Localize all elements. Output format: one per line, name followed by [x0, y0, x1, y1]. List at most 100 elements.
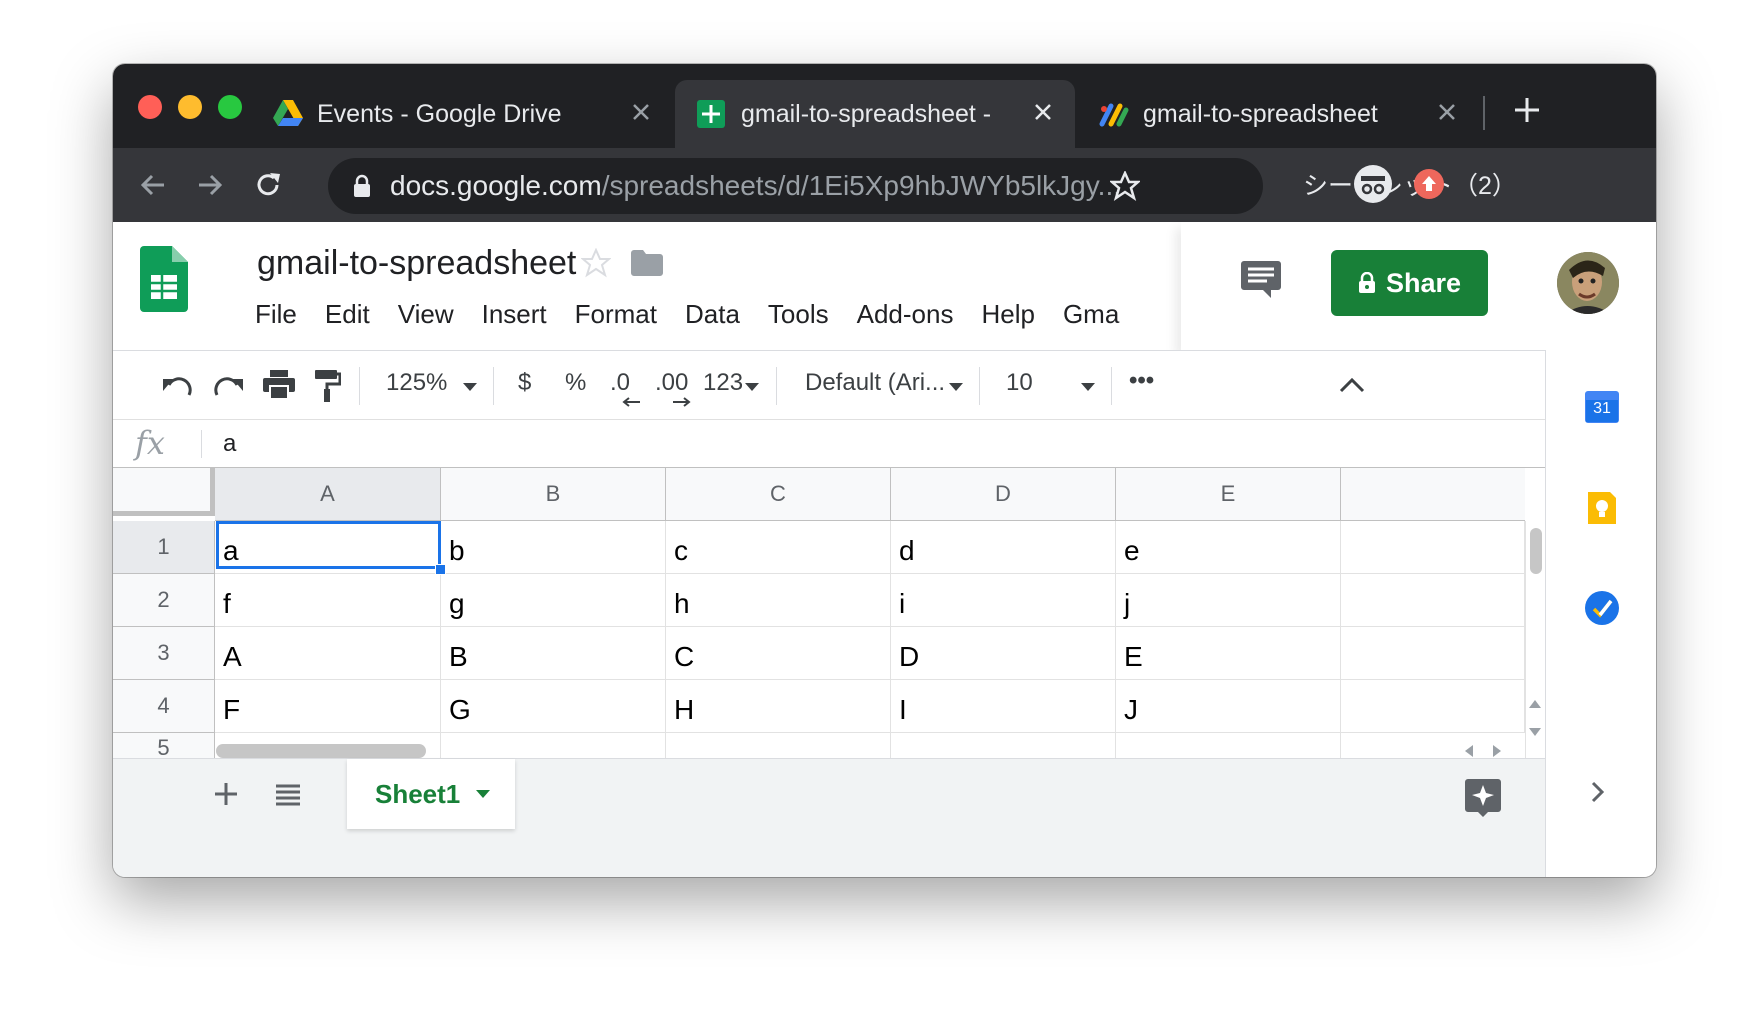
column-header-f[interactable]: [1341, 468, 1525, 521]
tab-gmail-to-spreadsheet-sheet[interactable]: gmail-to-spreadsheet -: [675, 80, 1075, 148]
row-header-5[interactable]: 5: [113, 733, 215, 758]
cell-e3[interactable]: E: [1116, 627, 1341, 680]
share-button[interactable]: Share: [1331, 250, 1488, 316]
menu-insert[interactable]: Insert: [482, 299, 547, 330]
cell-e5[interactable]: [1116, 733, 1341, 758]
scroll-down-icon[interactable]: [1527, 726, 1543, 738]
menu-format[interactable]: Format: [575, 299, 657, 330]
close-icon[interactable]: [629, 100, 653, 124]
column-header-b[interactable]: B: [441, 468, 666, 521]
chevron-up-icon[interactable]: [1339, 377, 1365, 393]
currency-format-button[interactable]: $: [518, 369, 531, 397]
folder-icon[interactable]: [631, 250, 663, 276]
column-header-e[interactable]: E: [1116, 468, 1341, 521]
print-icon[interactable]: [263, 370, 295, 400]
star-icon[interactable]: [581, 248, 611, 278]
cell-a4[interactable]: F: [215, 680, 441, 733]
all-sheets-icon[interactable]: [273, 779, 303, 809]
document-title[interactable]: gmail-to-spreadsheet: [257, 244, 576, 283]
new-tab-icon[interactable]: [1513, 96, 1541, 124]
address-bar[interactable]: docs.google.com/spreadsheets/d/1Ei5Xp9hb…: [328, 158, 1263, 214]
tab-gmail-to-spreadsheet-script[interactable]: gmail-to-spreadsheet: [1079, 80, 1479, 148]
paint-format-icon[interactable]: [315, 370, 341, 402]
menu-edit[interactable]: Edit: [325, 299, 370, 330]
font-size-select[interactable]: 10: [1006, 369, 1033, 397]
cell-e2[interactable]: j: [1116, 574, 1341, 627]
incognito-icon[interactable]: [1353, 164, 1393, 204]
menu-data[interactable]: Data: [685, 299, 740, 330]
cell-d1[interactable]: d: [891, 521, 1116, 574]
chevron-right-icon[interactable]: [1590, 780, 1606, 804]
column-header-c[interactable]: C: [666, 468, 891, 521]
row-header-4[interactable]: 4: [113, 680, 215, 733]
menu-tools[interactable]: Tools: [768, 299, 829, 330]
cell-a3[interactable]: A: [215, 627, 441, 680]
percent-format-button[interactable]: %: [565, 369, 586, 397]
tasks-icon[interactable]: [1584, 590, 1620, 626]
add-sheet-icon[interactable]: [211, 779, 241, 809]
menu-add-ons[interactable]: Add-ons: [857, 299, 954, 330]
scroll-right-icon[interactable]: [1491, 744, 1503, 758]
cell-f3[interactable]: [1341, 627, 1525, 680]
cell-a1[interactable]: a: [215, 521, 441, 574]
incognito-label[interactable]: シークレット（2）: [1303, 166, 1517, 202]
comment-icon[interactable]: [1241, 261, 1281, 299]
cell-b2[interactable]: g: [441, 574, 666, 627]
sheets-logo-icon[interactable]: [140, 246, 188, 312]
more-formats-button[interactable]: 123: [703, 369, 743, 397]
select-all-corner[interactable]: [113, 468, 215, 516]
cell-f2[interactable]: [1341, 574, 1525, 627]
cell-b5[interactable]: [441, 733, 666, 758]
undo-icon[interactable]: [161, 373, 193, 399]
cell-d3[interactable]: D: [891, 627, 1116, 680]
reload-icon[interactable]: [253, 170, 283, 200]
keep-icon[interactable]: [1584, 490, 1620, 526]
column-header-a[interactable]: A: [215, 468, 441, 521]
tab-events-drive[interactable]: Events - Google Drive: [273, 80, 673, 148]
close-window-button[interactable]: [138, 95, 162, 119]
horizontal-scrollbar[interactable]: [216, 744, 426, 758]
cell-e1[interactable]: e: [1116, 521, 1341, 574]
increase-decimal-button[interactable]: .00: [655, 369, 688, 397]
menu-help[interactable]: Help: [981, 299, 1034, 330]
cell-c2[interactable]: h: [666, 574, 891, 627]
cell-d4[interactable]: I: [891, 680, 1116, 733]
cell-f4[interactable]: [1341, 680, 1525, 733]
cell-a2[interactable]: f: [215, 574, 441, 627]
minimize-window-button[interactable]: [178, 95, 202, 119]
row-header-3[interactable]: 3: [113, 627, 215, 680]
row-header-1[interactable]: 1: [113, 521, 215, 574]
more-options-button[interactable]: •••: [1129, 367, 1154, 395]
explore-icon[interactable]: [1465, 779, 1501, 817]
vertical-scrollbar[interactable]: [1530, 528, 1542, 574]
cell-b1[interactable]: b: [441, 521, 666, 574]
close-icon[interactable]: [1435, 100, 1459, 124]
fill-handle[interactable]: [435, 564, 446, 575]
cell-d5[interactable]: [891, 733, 1116, 758]
menu-view[interactable]: View: [398, 299, 454, 330]
cell-f1[interactable]: [1341, 521, 1525, 574]
row-header-2[interactable]: 2: [113, 574, 215, 627]
formula-input[interactable]: a: [223, 430, 236, 458]
scroll-up-icon[interactable]: [1527, 698, 1543, 710]
cell-c3[interactable]: C: [666, 627, 891, 680]
cell-d2[interactable]: i: [891, 574, 1116, 627]
sheet-tab-sheet1[interactable]: Sheet1: [347, 759, 515, 829]
menu-file[interactable]: File: [255, 299, 297, 330]
cell-b4[interactable]: G: [441, 680, 666, 733]
decrease-decimal-button[interactable]: .0: [610, 369, 630, 397]
column-header-d[interactable]: D: [891, 468, 1116, 521]
redo-icon[interactable]: [213, 373, 245, 399]
calendar-icon[interactable]: 31: [1584, 388, 1620, 424]
menu-gmail[interactable]: Gma: [1063, 299, 1119, 330]
cell-b3[interactable]: B: [441, 627, 666, 680]
zoom-select[interactable]: 125%: [386, 369, 447, 397]
maximize-window-button[interactable]: [218, 95, 242, 119]
back-arrow-icon[interactable]: [138, 170, 168, 200]
cell-c5[interactable]: [666, 733, 891, 758]
font-family-select[interactable]: Default (Ari...: [805, 369, 945, 397]
scroll-left-icon[interactable]: [1463, 744, 1475, 758]
cell-c1[interactable]: c: [666, 521, 891, 574]
bookmark-star-icon[interactable]: [1110, 171, 1140, 201]
forward-arrow-icon[interactable]: [195, 170, 225, 200]
